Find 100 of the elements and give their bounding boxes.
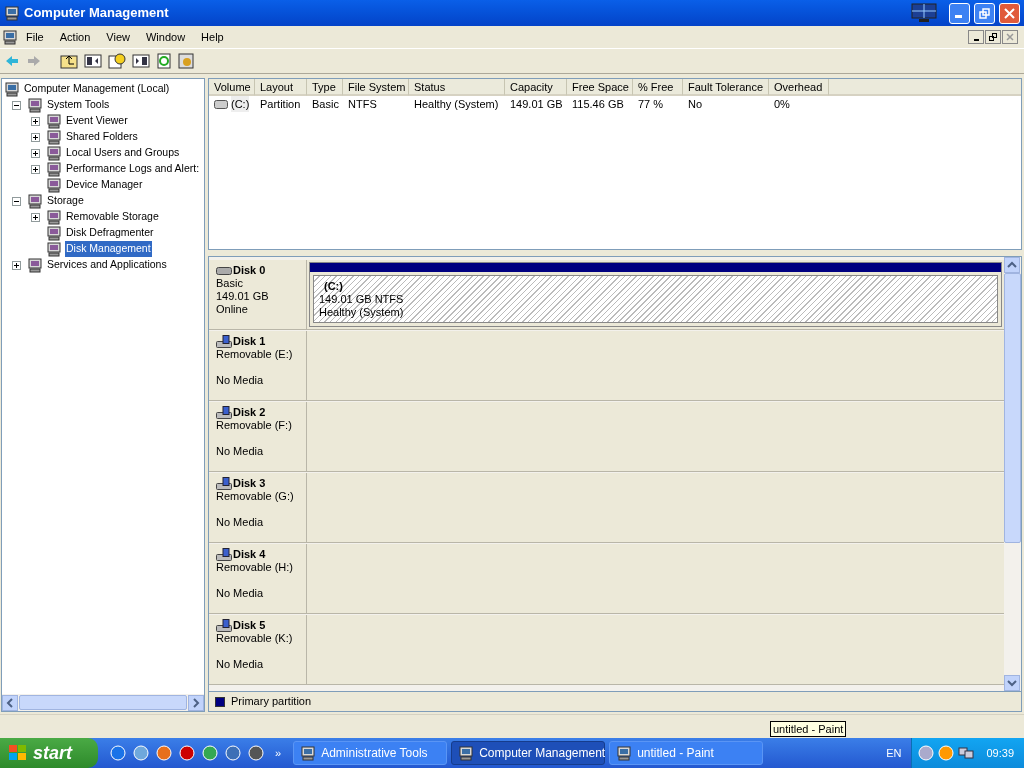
menu-item[interactable]: Help [193, 28, 232, 46]
scrollbar-thumb[interactable] [1004, 273, 1021, 543]
tree-item[interactable]: Performance Logs and Alert: [65, 161, 201, 177]
horizontal-scrollbar[interactable] [2, 694, 204, 711]
quick-launch-icon[interactable] [110, 745, 126, 761]
restore-button[interactable] [985, 30, 1001, 44]
collapse-toggle[interactable] [12, 196, 21, 206]
expand-toggle[interactable] [31, 148, 40, 158]
vertical-scrollbar[interactable] [1004, 257, 1021, 691]
tree-item[interactable]: Event Viewer [65, 113, 129, 129]
quick-launch-icon[interactable] [133, 745, 149, 761]
disk-info: Removable (H:) [216, 561, 295, 574]
disk-info: Removable (G:) [216, 490, 295, 503]
removable-drive-icon [216, 548, 232, 561]
panel-toggle-icon[interactable] [132, 53, 150, 69]
disk-label-panel[interactable]: Disk 1 Removable (E:) No Media [209, 331, 307, 400]
more-button[interactable]: » [275, 744, 282, 762]
removable-drive-icon [216, 477, 232, 490]
expand-toggle[interactable] [31, 212, 40, 222]
window-icon [616, 745, 633, 761]
quick-launch-icon[interactable] [248, 745, 264, 761]
disk-label-panel[interactable]: Disk 0 Basic 149.01 GB Online [209, 260, 307, 329]
column-header[interactable]: Free Space [567, 79, 633, 96]
tray-icon[interactable] [918, 745, 935, 761]
disk-info: No Media [216, 587, 265, 600]
window-icon [300, 745, 317, 761]
legend-label: Primary partition [231, 694, 312, 710]
scroll-right-icon[interactable] [188, 694, 204, 711]
tree-item[interactable]: Shared Folders [65, 129, 139, 145]
tray-icon[interactable] [938, 745, 955, 761]
menu-item[interactable]: File [18, 28, 52, 46]
close-icon [1004, 7, 1015, 19]
table-cell-text: 149.01 GB [510, 96, 563, 112]
windows-logo-icon [8, 744, 28, 762]
scroll-left-icon[interactable] [2, 694, 18, 711]
scroll-down-icon[interactable] [1004, 675, 1020, 691]
table-cell-text: 115.46 GB [572, 96, 624, 112]
disk-name: Disk 2 [233, 406, 266, 419]
column-header[interactable]: % Free [633, 79, 683, 96]
tree-item[interactable]: Device Manager [65, 177, 144, 193]
disk-name: Disk 5 [233, 619, 266, 632]
table-cell-text: Basic [312, 96, 339, 112]
expand-toggle[interactable] [12, 260, 21, 270]
tree-item[interactable]: System Tools [46, 97, 111, 113]
taskbar-button[interactable]: Administrative Tools [293, 741, 448, 765]
disk-info: No Media [216, 658, 265, 671]
quick-launch-icon[interactable] [156, 745, 172, 761]
disk-label-panel[interactable]: Disk 5 Removable (K:) No Media [209, 615, 307, 684]
partition-block[interactable]: (C:) 149.01 GB NTFS Healthy (System) [309, 262, 1002, 327]
close-icon [1006, 33, 1014, 41]
partition-label: (C:) [323, 279, 344, 293]
table-cell-text: No [688, 96, 703, 112]
expand-toggle[interactable] [31, 164, 40, 174]
column-header[interactable]: Fault Tolerance [683, 79, 769, 96]
quick-launch-icon[interactable] [225, 745, 241, 761]
tree-item[interactable]: Removable Storage [65, 209, 160, 225]
column-header[interactable]: Volume [209, 79, 255, 96]
collapse-toggle[interactable] [12, 100, 21, 110]
window-icon [458, 745, 475, 761]
minimize-button[interactable] [968, 30, 984, 44]
taskbar-button[interactable]: untitled - Paint [609, 741, 764, 765]
language-indicator[interactable]: EN [886, 744, 902, 762]
expand-toggle[interactable] [31, 116, 40, 126]
disk-name: Disk 4 [233, 548, 266, 561]
disk-info: Removable (F:) [216, 419, 293, 432]
tree-item[interactable]: Services and Applications [46, 257, 168, 273]
start-button[interactable]: start [0, 738, 98, 768]
column-header[interactable]: File System [343, 79, 409, 96]
disk-info: Basic [216, 277, 244, 290]
removable-drive-icon [216, 619, 232, 632]
expand-toggle[interactable] [31, 132, 40, 142]
column-header[interactable]: Overhead [769, 79, 829, 96]
scroll-up-icon[interactable] [1004, 257, 1020, 273]
column-header[interactable]: Type [307, 79, 343, 96]
table-cell-text: NTFS [348, 96, 377, 112]
tree-item[interactable]: Disk Defragmenter [65, 225, 155, 241]
menu-item[interactable]: View [98, 28, 138, 46]
quick-launch-icon[interactable] [179, 745, 195, 761]
tree-item[interactable]: Computer Management (Local) [23, 81, 171, 97]
panel-toggle-icon[interactable] [84, 53, 102, 69]
quick-launch-icon[interactable] [202, 745, 218, 761]
restore-icon [979, 7, 990, 19]
menu-item[interactable]: Window [137, 28, 194, 46]
disk-label-panel[interactable]: Disk 2 Removable (F:) No Media [209, 402, 307, 471]
menu-item[interactable]: Action [51, 28, 99, 46]
disk-label-panel[interactable]: Disk 4 Removable (H:) No Media [209, 544, 307, 613]
network-icon[interactable] [958, 745, 975, 761]
removable-drive-icon [216, 335, 232, 348]
column-header[interactable]: Layout [255, 79, 307, 96]
tree-item[interactable]: Local Users and Groups [65, 145, 181, 161]
disk-name: Disk 0 [233, 264, 266, 277]
scrollbar-thumb[interactable] [19, 695, 187, 710]
disk-name: Disk 3 [233, 477, 266, 490]
tree-item[interactable]: Disk Management [65, 241, 152, 257]
folder-up-icon[interactable] [60, 53, 78, 69]
disk-label-panel[interactable]: Disk 3 Removable (G:) No Media [209, 473, 307, 542]
tree-item[interactable]: Storage [46, 193, 85, 209]
column-header[interactable]: Capacity [505, 79, 567, 96]
column-header[interactable]: Status [409, 79, 505, 96]
taskbar-button[interactable]: Computer Management [451, 741, 606, 765]
